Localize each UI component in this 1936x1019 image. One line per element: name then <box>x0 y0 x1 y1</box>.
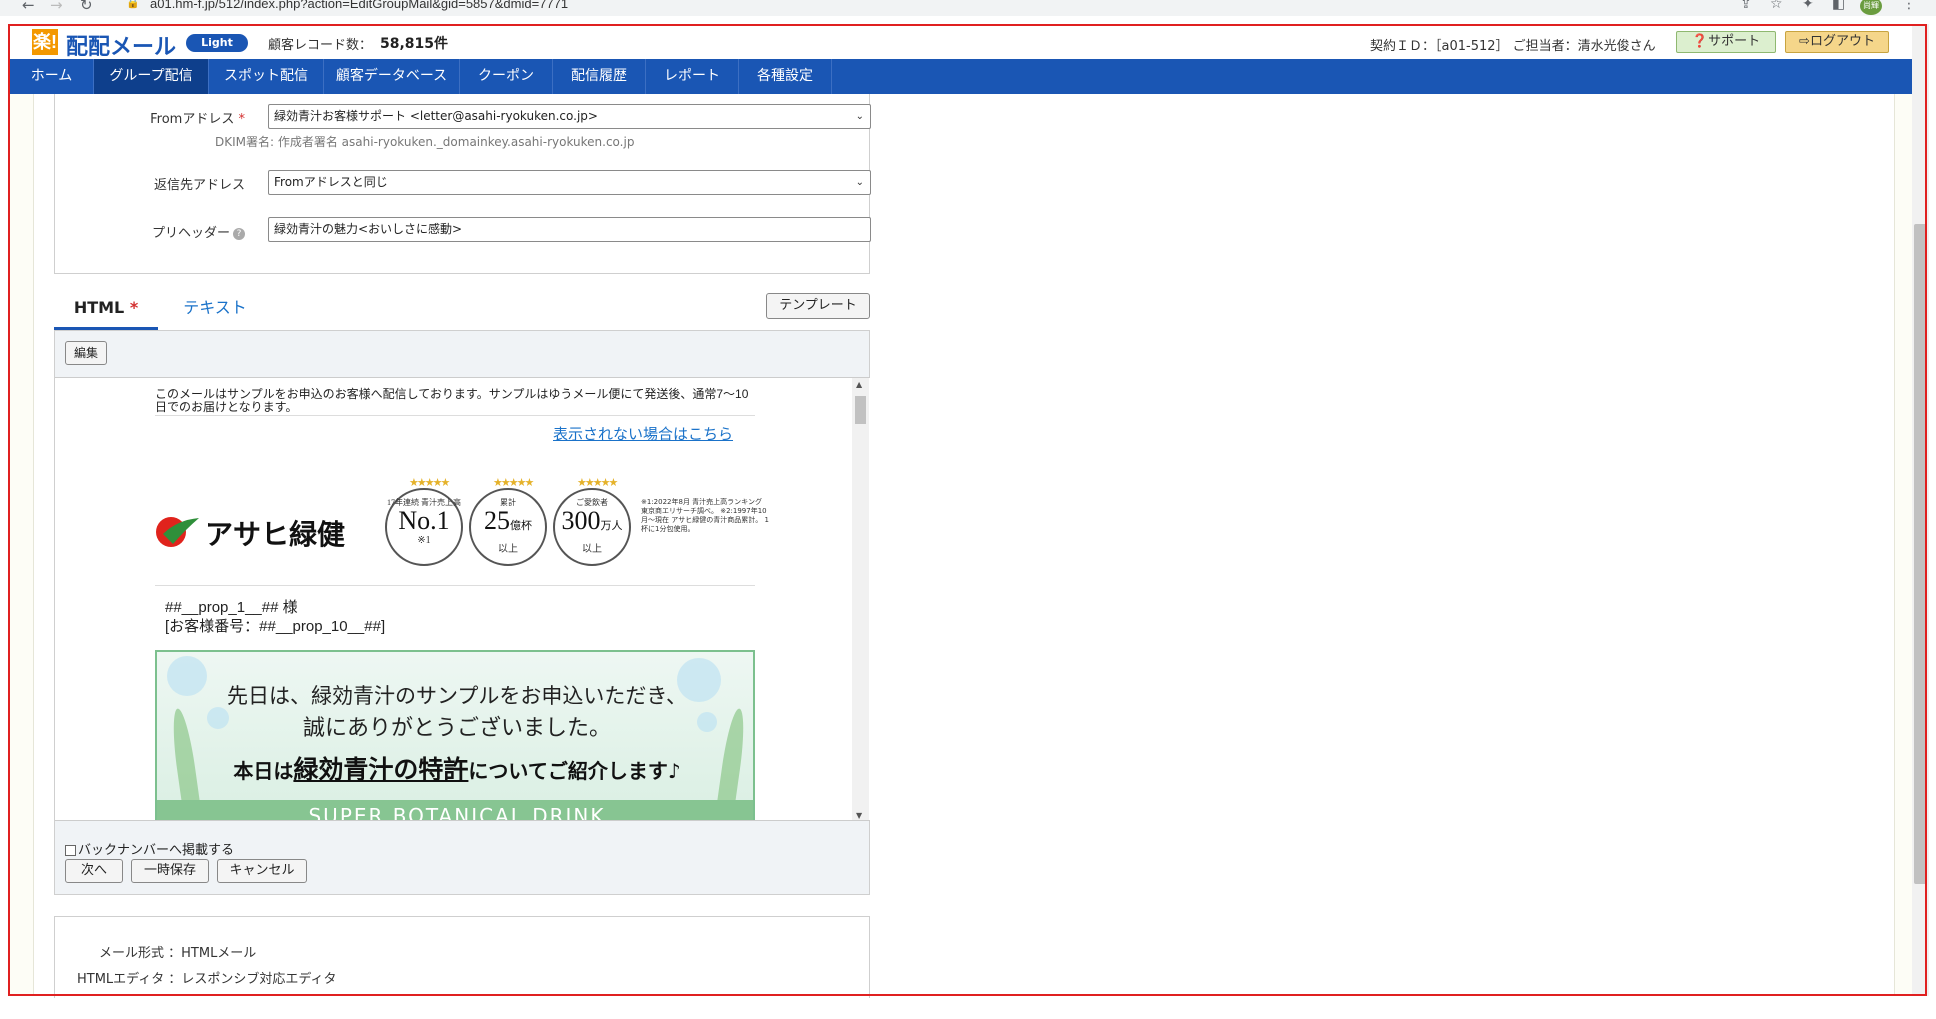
preheader-label: プリヘッダー? <box>105 222 245 241</box>
save-draft-button[interactable]: 一時保存 <box>131 859 209 883</box>
banner-line-1: 先日は、緑効青汁のサンプルをお申込いただき、 <box>227 684 687 708</box>
hero-banner: 先日は、緑効青汁のサンプルをお申込いただき、 誠にありがとうございました。 本日… <box>155 650 755 820</box>
template-button[interactable]: テンプレート <box>766 293 870 319</box>
forward-icon[interactable]: → <box>50 0 63 14</box>
greeting-name: ##__prop_1__## 様 <box>165 599 298 616</box>
record-count-label: 顧客レコード数： <box>268 38 373 53</box>
tab-text[interactable]: テキスト <box>170 292 260 330</box>
greeting: ##__prop_1__## 様 [お客様番号：##__prop_10__##] <box>165 598 385 636</box>
preview-scrollbar[interactable]: ▲ ▼ <box>852 378 869 820</box>
logout-label: ログアウト <box>1809 34 1875 49</box>
extensions-icon[interactable]: ✦ <box>1802 0 1814 12</box>
share-icon[interactable]: ⇪ <box>1740 0 1752 12</box>
mail-info-card: メール形式 ：HTMLメール HTMLエディタ ：レスポンシブ対応エディタ <box>54 916 870 1006</box>
help-icon[interactable]: ? <box>233 227 245 240</box>
medal-footnotes: ※1:2022年8月 青汁売上高ランキング 東京商エリサーチ調べ。 ※2:199… <box>641 498 769 533</box>
sidepanel-icon[interactable]: ◧ <box>1832 0 1845 12</box>
lock-icon: 🔒 <box>126 0 140 9</box>
reply-to-label: 返信先アドレス <box>153 178 245 193</box>
taskbar-strip <box>0 998 1936 1019</box>
preview-scroll-thumb[interactable] <box>855 396 866 424</box>
divider <box>155 585 755 586</box>
divider <box>155 415 755 416</box>
nav-coupon[interactable]: クーポン <box>460 59 553 94</box>
nav-customer-db[interactable]: 顧客データベース <box>324 59 460 94</box>
back-icon[interactable]: ← <box>22 0 35 14</box>
menu-icon[interactable]: ⋮ <box>1902 0 1916 12</box>
nav-home[interactable]: ホーム <box>10 59 94 94</box>
from-address-select[interactable]: 緑効青汁お客様サポート <letter@asahi-ryokuken.co.jp… <box>268 104 871 129</box>
mail-format: メール形式 ：HTMLメール <box>99 946 257 961</box>
logout-icon: ⇨ <box>1799 34 1810 49</box>
plan-badge: Light <box>186 34 248 52</box>
html-editor-card: 編集 このメールはサンプルをお申込のお客様へ配信しております。サンプルはゆうメー… <box>54 330 870 895</box>
reload-icon[interactable]: ↻ <box>80 0 93 14</box>
support-button[interactable]: ❓サポート <box>1676 31 1776 53</box>
view-in-browser-link[interactable]: 表示されない場合はこちら <box>553 423 733 444</box>
brand-logo-icon <box>156 517 199 547</box>
medal-no1: ★★★★★ 17年連続 青汁売上高 No.1 ※1 <box>385 477 463 566</box>
logo-mark: 楽! <box>32 29 58 55</box>
tab-html[interactable]: HTML * <box>54 292 158 330</box>
chevron-down-icon: ⌄ <box>855 177 864 188</box>
app-header: 楽! 配配メール Light 顧客レコード数： 58,815件 契約ＩＤ：［a0… <box>10 26 1913 59</box>
banner-line-3: 本日は緑効青汁の特許についてご紹介します♪ <box>233 755 681 784</box>
backnumber-checkbox[interactable]: バックナンバーへ掲載する <box>65 839 234 858</box>
brand-name: アサヒ緑健 <box>205 519 346 550</box>
cancel-button[interactable]: キャンセル <box>217 859 307 883</box>
html-editor-type: HTMLエディタ ：レスポンシブ対応エディタ <box>77 972 337 987</box>
main-nav: ホーム グループ配信 スポット配信 顧客データベース クーポン 配信履歴 レポー… <box>10 59 1913 94</box>
medal-3-million: ★★★★★ ご愛飲者 300万人 以上 <box>553 477 631 566</box>
logo-text[interactable]: 配配メール <box>66 29 176 61</box>
dkim-note: DKIM署名: 作成者署名 asahi-ryokuken._domainkey.… <box>215 135 635 149</box>
contract-info: 契約ＩＤ：［a01-512］ ご担当者：清水光俊さん <box>1370 39 1656 54</box>
profile-avatar[interactable]: 尚輝 <box>1860 0 1882 15</box>
crown-icon: ★★★★★ <box>577 477 618 489</box>
customer-number: [お客様番号：##__prop_10__##] <box>165 618 386 635</box>
banner-line-2: 誠にありがとうございました。 <box>302 716 611 741</box>
browser-toolbar: ← → ↻ 🔒 a01.hm-f.jp/512/index.php?action… <box>0 0 1936 16</box>
star-icon[interactable]: ☆ <box>1770 0 1783 12</box>
preview-intro-text: このメールはサンプルをお申込のお客様へ配信しております。サンプルはゆうメール便に… <box>155 387 749 414</box>
help-circle-icon: ❓ <box>1691 34 1709 49</box>
nav-report[interactable]: レポート <box>646 59 739 94</box>
page-scrollbar[interactable] <box>1912 24 1929 996</box>
scroll-up-icon[interactable]: ▲ <box>856 380 862 389</box>
nav-spot-delivery[interactable]: スポット配信 <box>209 59 324 94</box>
mail-preview[interactable]: このメールはサンプルをお申込のお客様へ配信しております。サンプルはゆうメール便に… <box>55 377 870 821</box>
page-scroll-thumb[interactable] <box>1914 224 1927 884</box>
reply-to-select[interactable]: Fromアドレスと同じ ⌄ <box>268 170 871 195</box>
checkbox[interactable] <box>65 845 76 856</box>
nav-group-delivery[interactable]: グループ配信 <box>94 59 209 94</box>
support-label: サポート <box>1708 34 1761 49</box>
chevron-down-icon: ⌄ <box>855 111 864 122</box>
address-bar[interactable]: a01.hm-f.jp/512/index.php?action=EditGro… <box>150 0 568 11</box>
next-button[interactable]: 次へ <box>65 859 123 883</box>
preheader-input[interactable]: 緑効青汁の魅力<おいしさに感動> <box>268 217 871 242</box>
nav-settings[interactable]: 各種設定 <box>739 59 832 94</box>
crown-icon: ★★★★★ <box>493 477 534 489</box>
nav-history[interactable]: 配信履歴 <box>553 59 646 94</box>
mail-settings-card: Fromアドレス * 緑効青汁お客様サポート <letter@asahi-ryo… <box>54 94 871 274</box>
scroll-down-icon[interactable]: ▼ <box>856 811 862 820</box>
crown-icon: ★★★★★ <box>409 477 450 489</box>
from-label: Fromアドレス * <box>150 112 245 127</box>
logout-button[interactable]: ⇨ログアウト <box>1785 31 1889 53</box>
medal-25-billion: ★★★★★ 累計 25億杯 以上 <box>469 477 547 566</box>
edit-button[interactable]: 編集 <box>65 341 107 365</box>
record-count-value: 58,815件 <box>380 36 449 52</box>
banner-line-4: SUPER BOTANICAL DRINK <box>157 800 753 820</box>
